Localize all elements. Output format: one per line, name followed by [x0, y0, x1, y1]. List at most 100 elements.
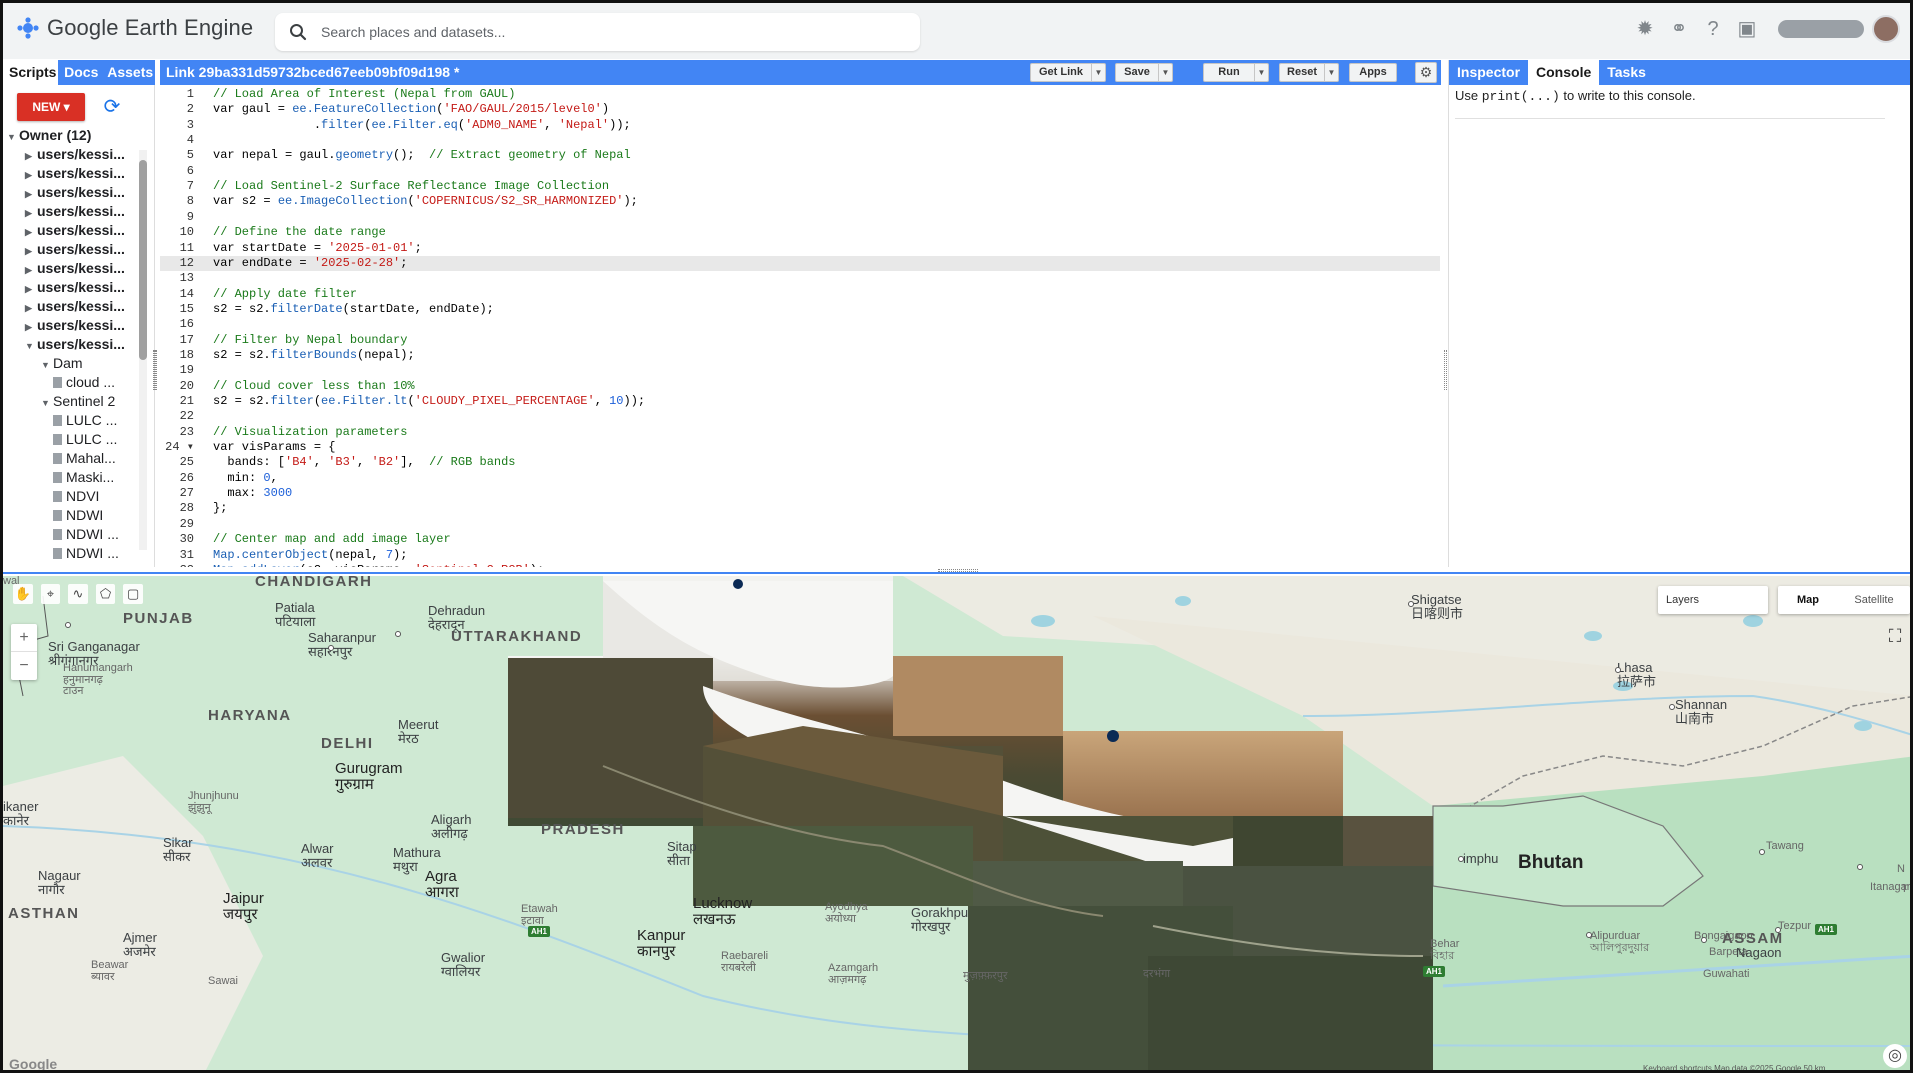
- code-line[interactable]: 13: [160, 271, 1440, 286]
- point-icon[interactable]: ⌖: [40, 584, 61, 604]
- code-line[interactable]: 1 // Load Area of Interest (Nepal from GA…: [160, 87, 1440, 102]
- logo[interactable]: Google Earth Engine: [17, 15, 253, 41]
- save-button[interactable]: Save ▼: [1115, 63, 1173, 82]
- code-line[interactable]: 23 // Visualization parameters: [160, 425, 1440, 440]
- avatar[interactable]: [1872, 15, 1900, 43]
- expand-down-icon[interactable]: ▼: [7, 128, 19, 147]
- script-file-item[interactable]: LULC ...: [53, 430, 117, 449]
- chevron-down-icon[interactable]: ▼: [1254, 64, 1268, 81]
- account-name-pill[interactable]: [1778, 20, 1864, 38]
- code-line[interactable]: 4: [160, 133, 1440, 148]
- code-line[interactable]: 29: [160, 517, 1440, 532]
- script-file-item[interactable]: cloud ...: [53, 373, 115, 392]
- script-file-item[interactable]: NDVI: [53, 487, 99, 506]
- code-line[interactable]: 18 s2 = s2.filterBounds(nepal);: [160, 348, 1440, 363]
- code-line[interactable]: 9: [160, 210, 1440, 225]
- apps-button[interactable]: Apps: [1349, 63, 1397, 82]
- code-line[interactable]: 16: [160, 317, 1440, 332]
- map-canvas[interactable]: [3, 576, 1913, 1073]
- code-line[interactable]: 28};: [160, 501, 1440, 516]
- editor-left-splitter[interactable]: [154, 350, 157, 390]
- code-line[interactable]: 26 min: 0,: [160, 471, 1440, 486]
- script-repo-item[interactable]: ▼ users/kessi...: [25, 335, 125, 354]
- expand-down-icon[interactable]: ▼: [25, 337, 37, 356]
- script-folder-item[interactable]: ▼ Dam: [41, 354, 83, 373]
- code-line[interactable]: 31 Map.centerObject(nepal, 7);: [160, 548, 1440, 563]
- feedback-icon[interactable]: ▣: [1734, 16, 1760, 42]
- run-button[interactable]: Run ▼: [1203, 63, 1269, 82]
- script-repo-item[interactable]: ▶ users/kessi...: [25, 316, 125, 335]
- script-file-item[interactable]: S2 Kat...: [53, 563, 120, 564]
- tab-docs[interactable]: Docs: [58, 60, 101, 85]
- code-line[interactable]: 14 // Apply date filter: [160, 287, 1440, 302]
- script-file-item[interactable]: Maski...: [53, 468, 114, 487]
- expand-down-icon[interactable]: ▼: [41, 356, 53, 375]
- tab-console[interactable]: Console: [1528, 60, 1600, 85]
- reset-button[interactable]: Reset ▼: [1279, 63, 1339, 82]
- code-line[interactable]: 32 Map.addLayer(s2, visParams, 'Sentinel-…: [160, 563, 1440, 567]
- script-repo-item[interactable]: ▶ users/kessi...: [25, 297, 125, 316]
- code-line[interactable]: 6: [160, 164, 1440, 179]
- script-file-item[interactable]: NDWI ...: [53, 544, 119, 563]
- code-line[interactable]: 2 var gaul = ee.FeatureCollection('FAO/GA…: [160, 102, 1440, 117]
- code-line[interactable]: 30 // Center map and add image layer: [160, 532, 1440, 547]
- hand-icon[interactable]: ✋: [13, 584, 33, 604]
- code-line[interactable]: 27 max: 3000: [160, 486, 1440, 501]
- map-attribution[interactable]: Keyboard shortcuts Map data ©2025 Google…: [1643, 1064, 1825, 1070]
- fullscreen-icon[interactable]: ⛶: [1883, 624, 1907, 648]
- code-line[interactable]: 19: [160, 363, 1440, 378]
- code-line[interactable]: 8 var s2 = ee.ImageCollection('COPERNICUS…: [160, 194, 1440, 209]
- code-line[interactable]: 11 var startDate = '2025-01-01';: [160, 241, 1440, 256]
- code-line[interactable]: 7 // Load Sentinel-2 Surface Reflectance …: [160, 179, 1440, 194]
- script-repo-item[interactable]: ▼ Owner (12): [7, 126, 91, 145]
- get-link-button[interactable]: Get Link ▼: [1030, 63, 1106, 82]
- zoom-out-button[interactable]: −: [11, 652, 37, 680]
- editor-right-splitter[interactable]: [1444, 350, 1447, 390]
- gear-icon[interactable]: ⚙: [1415, 62, 1437, 83]
- script-repo-item[interactable]: ▶ users/kessi...: [25, 202, 125, 221]
- left-scrollbar-thumb[interactable]: [139, 160, 147, 360]
- code-line[interactable]: 22: [160, 409, 1440, 424]
- code-line[interactable]: 12 var endDate = '2025-02-28';: [160, 255, 1440, 271]
- script-repo-item[interactable]: ▶ users/kessi...: [25, 278, 125, 297]
- script-folder-item[interactable]: ▼ Sentinel 2: [41, 392, 115, 411]
- code-line[interactable]: 21 s2 = s2.filter(ee.Filter.lt('CLOUDY_PI…: [160, 394, 1440, 409]
- bug-icon[interactable]: ✹: [1632, 16, 1658, 42]
- script-repo-item[interactable]: ▶ users/kessi...: [25, 183, 125, 202]
- search-box[interactable]: [275, 13, 920, 51]
- layers-button[interactable]: Layers: [1658, 586, 1768, 614]
- code-line[interactable]: 3 .filter(ee.Filter.eq('ADM0_NAME', 'Nep…: [160, 118, 1440, 133]
- script-file-item[interactable]: Mahal...: [53, 449, 116, 468]
- tab-inspector[interactable]: Inspector: [1449, 60, 1528, 85]
- chevron-down-icon[interactable]: ▼: [1324, 64, 1338, 81]
- code-line[interactable]: 17 // Filter by Nepal boundary: [160, 333, 1440, 348]
- code-line[interactable]: 15 s2 = s2.filterDate(startDate, endDate)…: [160, 302, 1440, 317]
- expand-down-icon[interactable]: ▼: [41, 394, 53, 413]
- script-file-item[interactable]: NDWI: [53, 506, 103, 525]
- map-splitter[interactable]: [3, 568, 1910, 574]
- code-line[interactable]: 10 // Define the date range: [160, 225, 1440, 240]
- search-input[interactable]: [321, 13, 901, 51]
- code-line[interactable]: 20 // Cloud cover less than 10%: [160, 379, 1440, 394]
- code-area[interactable]: 1 // Load Area of Interest (Nepal from GA…: [160, 87, 1440, 567]
- code-line[interactable]: 25 bands: ['B4', 'B3', 'B2'], // RGB ban…: [160, 455, 1440, 470]
- refresh-icon[interactable]: ⟳: [99, 93, 125, 121]
- script-file-item[interactable]: NDWI ...: [53, 525, 119, 544]
- code-line[interactable]: 24 ▾ var visParams = {: [160, 440, 1440, 455]
- script-file-item[interactable]: LULC ...: [53, 411, 117, 430]
- line-icon[interactable]: ∿: [68, 584, 88, 604]
- script-repo-item[interactable]: ▶ users/kessi...: [25, 259, 125, 278]
- tab-assets[interactable]: Assets: [101, 60, 155, 85]
- map-type-map-button[interactable]: Map: [1778, 586, 1838, 614]
- script-repo-item[interactable]: ▶ users/kessi...: [25, 221, 125, 240]
- tab-scripts[interactable]: Scripts: [3, 60, 59, 85]
- map-view[interactable]: CHANDIGARH PUNJAB UTTARAKHAND HARYANA DELHI P…: [3, 576, 1913, 1073]
- chevron-down-icon[interactable]: ▼: [1091, 64, 1105, 81]
- script-repo-item[interactable]: ▶ users/kessi...: [25, 240, 125, 259]
- zoom-in-button[interactable]: +: [11, 624, 37, 652]
- chevron-down-icon[interactable]: ▼: [1158, 64, 1172, 81]
- map-type-satellite-button[interactable]: Satellite: [1838, 586, 1910, 614]
- locate-icon[interactable]: ◎: [1883, 1044, 1907, 1068]
- tab-tasks[interactable]: Tasks: [1599, 60, 1654, 85]
- help-icon[interactable]: ?: [1700, 16, 1726, 42]
